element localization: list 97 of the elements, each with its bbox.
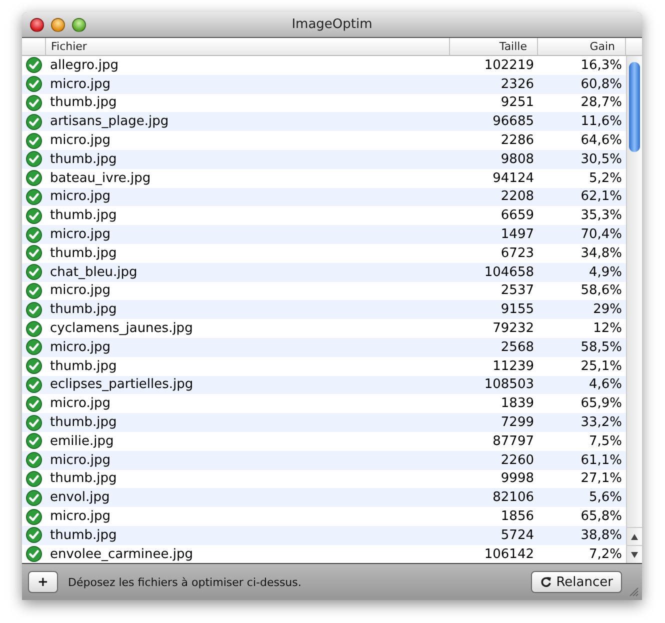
file-size: 2208 bbox=[500, 189, 535, 204]
gain-value: 29% bbox=[592, 302, 623, 318]
file-name: micro.jpg bbox=[49, 452, 112, 468]
gain-value: 65,9% bbox=[580, 396, 623, 412]
scroll-thumb[interactable] bbox=[629, 62, 640, 152]
file-size: 5724 bbox=[500, 528, 535, 543]
file-name: chat_bleu.jpg bbox=[49, 264, 138, 280]
close-button[interactable] bbox=[30, 18, 44, 32]
gain-value: 33,2% bbox=[580, 415, 623, 430]
file-name: bateau_ivre.jpg bbox=[49, 170, 152, 186]
file-size: 102219 bbox=[483, 58, 535, 73]
scroll-down-icon[interactable] bbox=[631, 552, 638, 558]
gain-value: 7,2% bbox=[588, 546, 623, 562]
file-name: micro.jpg bbox=[49, 340, 112, 355]
file-name: thumb.jpg bbox=[49, 358, 118, 374]
file-name: emilie.jpg bbox=[49, 434, 115, 449]
file-name: micro.jpg bbox=[49, 396, 112, 412]
refresh-icon bbox=[540, 576, 552, 588]
file-name: thumb.jpg bbox=[49, 95, 118, 110]
file-size: 2286 bbox=[500, 133, 535, 148]
file-name: eclipses_partielles.jpg bbox=[49, 377, 194, 392]
gain-value: 60,8% bbox=[580, 76, 623, 92]
file-size: 7299 bbox=[500, 415, 535, 430]
file-name: micro.jpg bbox=[49, 76, 112, 92]
gain-value: 58,6% bbox=[580, 283, 623, 298]
file-size: 1856 bbox=[500, 509, 535, 524]
gain-value: 64,6% bbox=[580, 133, 623, 148]
file-size: 11239 bbox=[492, 358, 535, 374]
file-name: thumb.jpg bbox=[49, 152, 118, 167]
file-size: 2326 bbox=[500, 76, 535, 92]
gain-value: 27,1% bbox=[580, 471, 623, 486]
gain-value: 38,8% bbox=[580, 528, 623, 543]
file-name: thumb.jpg bbox=[49, 471, 118, 486]
gain-value: 11,6% bbox=[580, 114, 623, 130]
gain-value: 58,5% bbox=[580, 340, 623, 355]
file-name: thumb.jpg bbox=[49, 415, 118, 430]
file-size: 9155 bbox=[500, 302, 535, 318]
gain-value: 34,8% bbox=[580, 246, 623, 261]
file-size: 106142 bbox=[483, 546, 535, 562]
file-name: micro.jpg bbox=[49, 509, 112, 524]
file-name: envolee_carminee.jpg bbox=[49, 546, 194, 562]
file-name: thumb.jpg bbox=[49, 302, 118, 318]
file-name: artisans_plage.jpg bbox=[49, 114, 170, 130]
column-header[interactable]: Gain bbox=[538, 38, 626, 55]
file-name: micro.jpg bbox=[49, 189, 112, 204]
gain-value: 28,7% bbox=[580, 95, 623, 110]
file-size: 9251 bbox=[500, 95, 535, 110]
file-size: 6723 bbox=[500, 246, 535, 261]
file-size: 1497 bbox=[500, 227, 535, 242]
file-size: 1839 bbox=[500, 396, 535, 412]
file-name: micro.jpg bbox=[49, 227, 112, 242]
file-size: 2568 bbox=[500, 340, 535, 355]
gain-value: 62,1% bbox=[580, 189, 623, 204]
gain-value: 5,6% bbox=[588, 490, 623, 506]
file-name: cyclamens_jaunes.jpg bbox=[49, 321, 194, 336]
gain-value: 70,4% bbox=[580, 227, 623, 242]
gain-value: 4,9% bbox=[588, 264, 623, 280]
file-size: 108503 bbox=[483, 377, 535, 392]
file-size: 2537 bbox=[500, 283, 535, 298]
rerun-button[interactable]: Relancer bbox=[531, 571, 622, 593]
file-size: 94124 bbox=[492, 170, 535, 186]
drop-hint: Déposez les fichiers à optimiser ci-dessus. bbox=[68, 576, 302, 588]
column-header[interactable]: Taille bbox=[450, 38, 538, 55]
gain-value: 12% bbox=[592, 321, 623, 336]
gain-value: 7,5% bbox=[588, 434, 623, 449]
file-size: 9808 bbox=[500, 152, 535, 167]
resize-grip-icon[interactable] bbox=[628, 586, 639, 597]
file-size: 82106 bbox=[492, 490, 535, 506]
scrollbar[interactable] bbox=[626, 56, 642, 563]
gain-value: 61,1% bbox=[580, 452, 623, 468]
gain-value: 4,6% bbox=[588, 377, 623, 392]
gain-value: 5,2% bbox=[588, 170, 623, 186]
minimize-button[interactable] bbox=[51, 18, 65, 32]
file-size: 104658 bbox=[483, 264, 535, 280]
file-name: micro.jpg bbox=[49, 283, 112, 298]
file-name: allegro.jpg bbox=[49, 58, 120, 73]
add-button[interactable]: + bbox=[28, 571, 58, 593]
gain-value: 16,3% bbox=[580, 58, 623, 73]
gain-value: 30,5% bbox=[580, 152, 623, 167]
file-size: 96685 bbox=[492, 114, 535, 130]
file-size: 87797 bbox=[492, 434, 535, 449]
file-name: thumb.jpg bbox=[49, 528, 118, 543]
file-name: thumb.jpg bbox=[49, 246, 118, 261]
scroll-up-icon[interactable] bbox=[631, 534, 638, 540]
gain-value: 35,3% bbox=[580, 208, 623, 224]
file-size: 9998 bbox=[500, 471, 535, 486]
window-title: ImageOptim bbox=[292, 17, 372, 32]
column-header[interactable]: Fichier bbox=[46, 38, 450, 55]
file-size: 6659 bbox=[500, 208, 535, 224]
file-name: micro.jpg bbox=[49, 133, 112, 148]
file-size: 2260 bbox=[500, 452, 535, 468]
file-name: thumb.jpg bbox=[49, 208, 118, 224]
gain-value: 65,8% bbox=[580, 509, 623, 524]
file-name: envol.jpg bbox=[49, 490, 111, 506]
zoom-button[interactable] bbox=[72, 18, 86, 32]
file-size: 79232 bbox=[492, 321, 535, 336]
gain-value: 25,1% bbox=[580, 358, 623, 374]
